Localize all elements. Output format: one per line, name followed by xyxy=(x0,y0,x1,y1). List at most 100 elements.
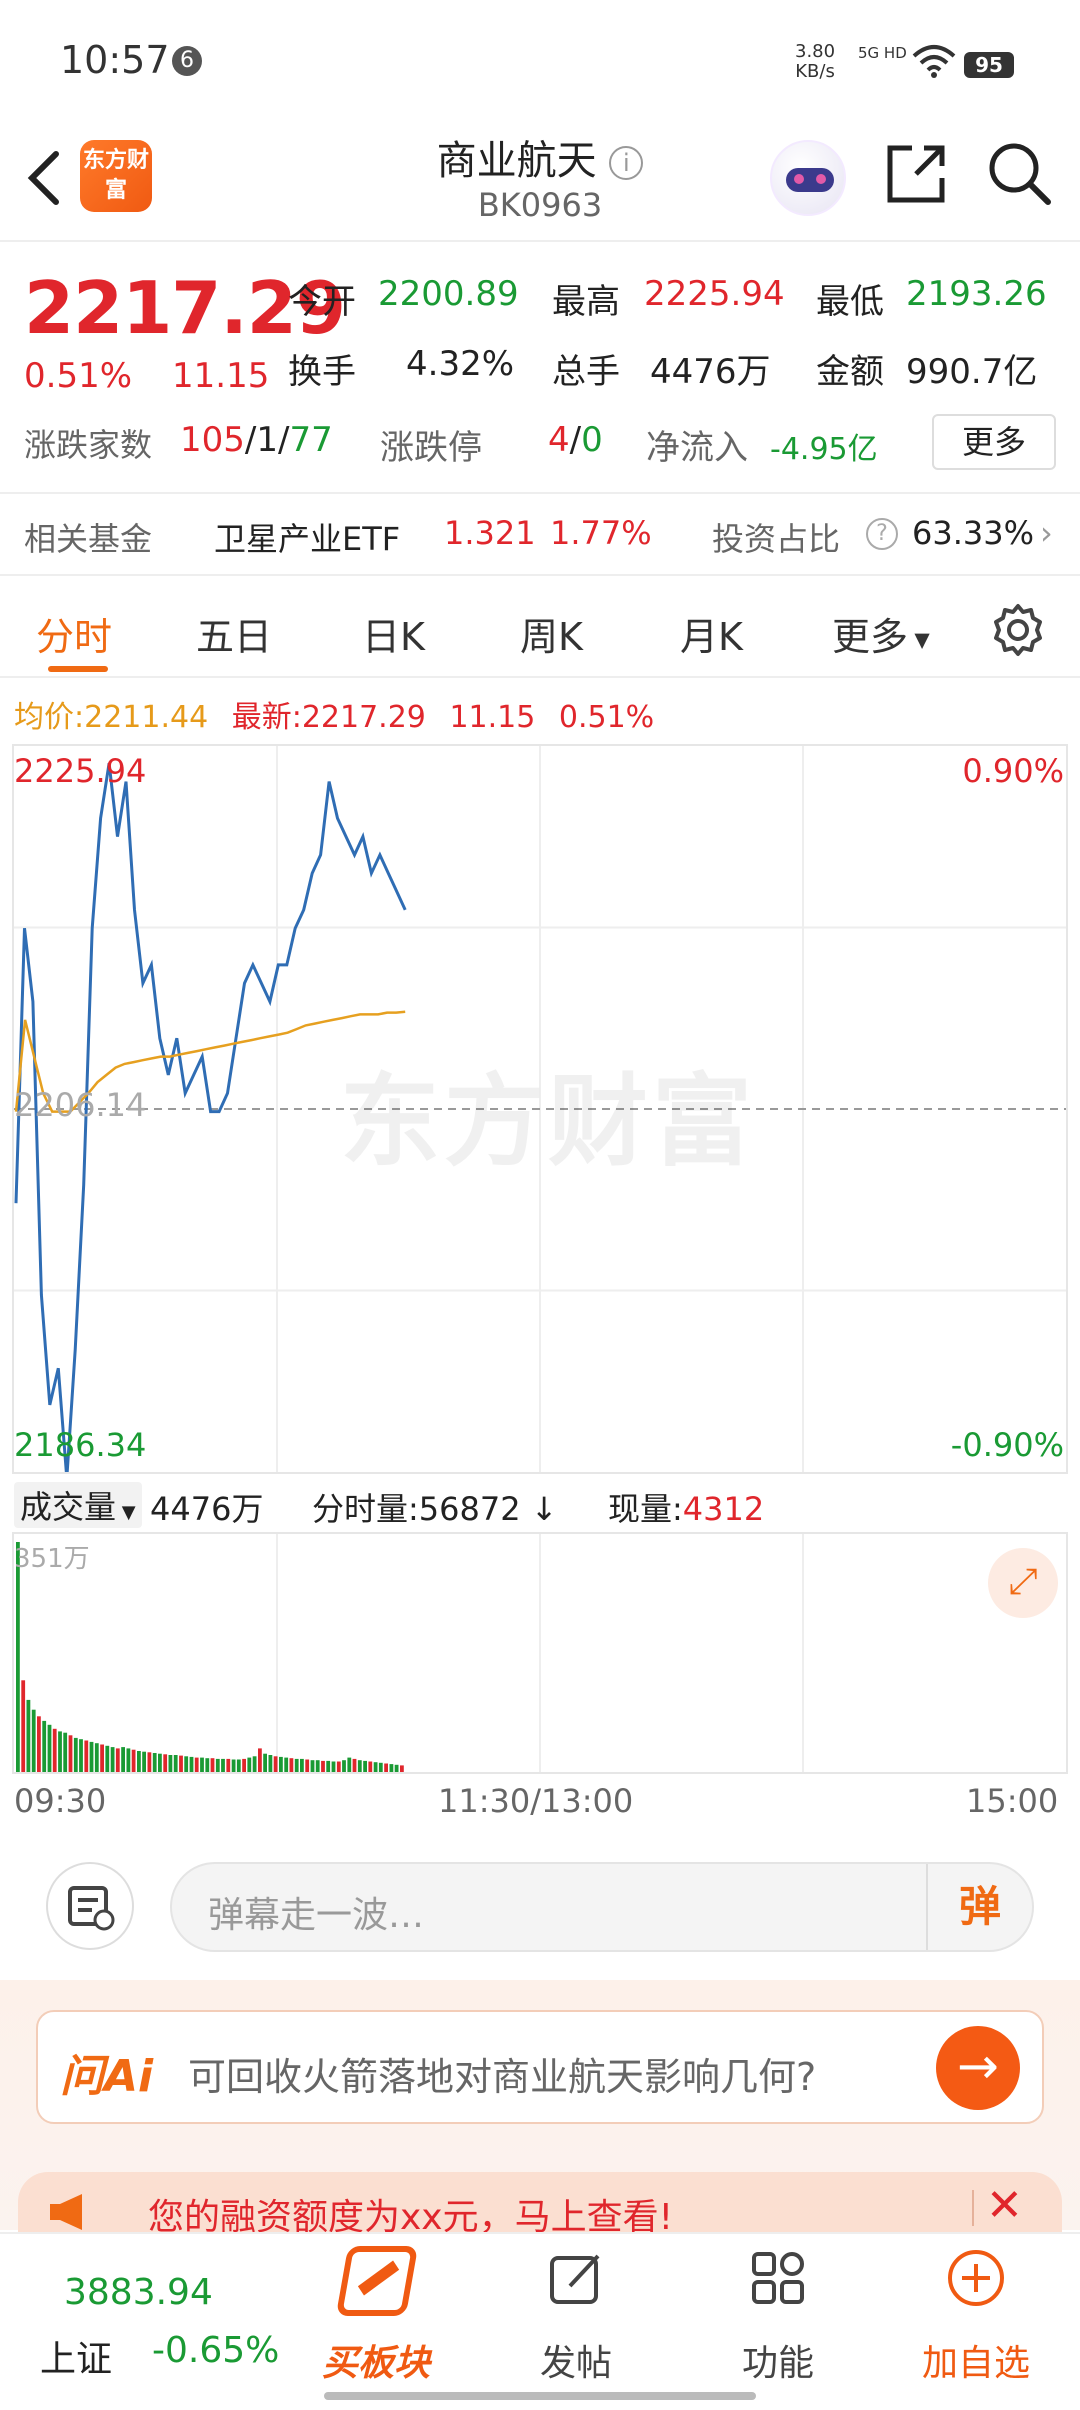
expand-icon[interactable]: ⤢ xyxy=(988,1548,1058,1618)
volume-bar xyxy=(315,1760,320,1772)
tick-volume: 分时量:56872 ↓ xyxy=(312,1490,558,1528)
volume-bar xyxy=(226,1758,231,1772)
open-value: 2200.89 xyxy=(378,274,519,314)
x-label-open: 09:30 xyxy=(14,1782,107,1820)
share-icon[interactable] xyxy=(884,142,948,206)
volume-bar xyxy=(363,1760,367,1772)
function-button[interactable]: 功能 xyxy=(708,2234,848,2410)
high-label: 最高 xyxy=(552,282,620,322)
volume-bar xyxy=(200,1757,204,1772)
latest-pct: 0.51% xyxy=(558,700,655,735)
volume-bar xyxy=(326,1760,331,1772)
buy-board-button[interactable]: 买板块 xyxy=(306,2234,446,2410)
volume-bar xyxy=(142,1751,146,1772)
breadth-label: 涨跌家数 xyxy=(24,426,153,464)
quote-panel: 2217.29 0.51% 11.15 今开 2200.89 最高 2225.9… xyxy=(0,244,1080,494)
volume-bar xyxy=(105,1745,110,1772)
fund-name: 卫星产业ETF xyxy=(214,520,401,558)
volume-bar xyxy=(242,1758,246,1772)
period-tabs: 分时 五日 日K 周K 月K 更多 ▼ xyxy=(0,578,1080,678)
settings-gear-icon[interactable] xyxy=(990,602,1046,658)
tab-intraday[interactable]: 分时 xyxy=(36,606,112,661)
danmu-send-button[interactable]: 弹 xyxy=(926,1864,1032,1950)
inflow-value: -4.95亿 xyxy=(770,432,878,467)
tab-more[interactable]: 更多 ▼ xyxy=(832,606,930,661)
more-quote-button[interactable]: 更多 xyxy=(932,414,1056,470)
tab-five-day[interactable]: 五日 xyxy=(196,606,272,661)
tab-daily-k[interactable]: 日K xyxy=(362,606,425,661)
fund-price: 1.321 xyxy=(444,514,536,552)
volume-bar xyxy=(373,1762,378,1772)
wifi-icon xyxy=(912,45,956,78)
volume-bar xyxy=(273,1756,278,1772)
page-header: 东方财富 商业航天 i BK0963 xyxy=(0,120,1080,242)
now-volume: 现量:4312 xyxy=(608,1490,765,1528)
add-circle-icon xyxy=(948,2250,1004,2306)
volume-chart[interactable]: 351万 ⤢ xyxy=(12,1532,1068,1774)
volume-bar xyxy=(147,1752,152,1772)
volume-bar xyxy=(94,1743,99,1772)
function-label: 功能 xyxy=(741,2343,814,2384)
notification-count-badge: 6 xyxy=(172,46,202,76)
fund-pct: 1.77% xyxy=(550,514,652,552)
amount-value: 990.7亿 xyxy=(906,352,1038,392)
index-name: 上证 xyxy=(40,2339,113,2380)
volume-bar xyxy=(336,1761,341,1772)
assistant-robot-icon[interactable] xyxy=(770,140,846,216)
avg-label: 均价: xyxy=(14,700,85,735)
volume-bar xyxy=(121,1747,125,1772)
volume-bar xyxy=(331,1761,336,1772)
volume-bar xyxy=(115,1748,120,1772)
volume-bar xyxy=(300,1758,304,1772)
amount-label: 金额 xyxy=(816,352,884,392)
arrow-right-icon[interactable]: → xyxy=(936,2026,1020,2110)
help-icon[interactable]: ? xyxy=(866,518,898,550)
post-button[interactable]: 发帖 xyxy=(506,2234,646,2410)
danmu-placeholder: 弹幕走一波… xyxy=(208,1895,425,1936)
volume-bar xyxy=(384,1763,388,1772)
chart-info-line: 均价:2211.44 最新:2217.29 11.15 0.51% xyxy=(14,692,654,736)
related-fund-row[interactable]: 相关基金 卫星产业ETF 1.321 1.77% 投资占比 ? 63.33% › xyxy=(0,494,1080,576)
danmu-input[interactable]: 弹幕走一波… 弹 xyxy=(170,1862,1034,1952)
grid-icon xyxy=(752,2252,804,2304)
high-value: 2225.94 xyxy=(644,274,785,314)
avg-value: 2211.44 xyxy=(84,700,209,735)
bottom-nav: 3883.94 上证 -0.65% 买板块 发帖 功能 加自选 xyxy=(0,2232,1080,2408)
danmu-list-icon[interactable] xyxy=(46,1862,134,1950)
y-right-bottom-label: -0.90% xyxy=(950,1426,1064,1464)
volume-chart-svg xyxy=(16,1534,804,1772)
volume-bar xyxy=(268,1755,273,1772)
volume-bar xyxy=(163,1754,168,1772)
ai-question-card[interactable]: 问Ai 可回收火箭落地对商业航天影响几何? → xyxy=(36,2010,1044,2124)
index-ticker[interactable]: 3883.94 上证 -0.65% xyxy=(40,2234,290,2410)
info-icon[interactable]: i xyxy=(609,146,644,180)
volume-bar xyxy=(236,1759,241,1772)
danmu-bar: 弹幕走一波… 弹 xyxy=(0,1834,1080,1984)
change-pct: 0.51% xyxy=(24,356,133,396)
latest-label: 最新: xyxy=(231,700,302,735)
volume-bar xyxy=(321,1760,325,1772)
volume-bar xyxy=(352,1758,357,1772)
tab-monthly-k[interactable]: 月K xyxy=(680,606,743,661)
ratio-label: 投资占比 xyxy=(712,520,841,558)
index-pct: -0.65% xyxy=(152,2330,280,2371)
tab-weekly-k[interactable]: 周K xyxy=(520,606,583,661)
chevron-right-icon: › xyxy=(1040,514,1053,552)
volume-bar xyxy=(194,1757,199,1772)
volume-bar xyxy=(394,1764,399,1772)
add-watchlist-button[interactable]: 加自选 xyxy=(906,2234,1046,2410)
volume-max-label: 351万 xyxy=(14,1544,90,1574)
battery-icon: 95 xyxy=(964,52,1014,78)
volume-bar xyxy=(231,1759,236,1772)
volume-bar xyxy=(294,1758,299,1772)
volume-bar xyxy=(89,1741,94,1772)
volume-bar xyxy=(368,1761,373,1772)
x-label-mid: 11:30/13:00 xyxy=(438,1782,634,1820)
volume-bar xyxy=(400,1765,404,1772)
status-bar: 10:57 6 3.80 KB/s 5G HD 95 xyxy=(0,0,1080,120)
y-mid-label: 2206.14 xyxy=(14,1086,147,1124)
search-icon[interactable] xyxy=(986,140,1052,206)
close-icon[interactable]: ✕ xyxy=(986,2180,1023,2231)
volume-selector[interactable]: 成交量 ▼ xyxy=(14,1482,142,1528)
volume-bar xyxy=(31,1709,36,1772)
